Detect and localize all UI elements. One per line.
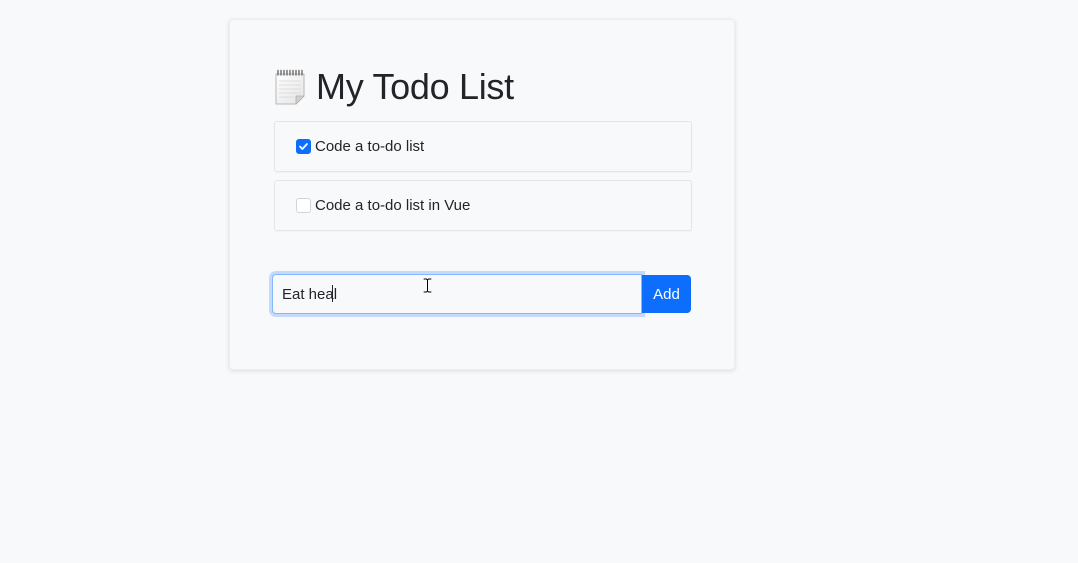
new-todo-form: Add: [272, 274, 692, 314]
new-todo-input[interactable]: [272, 274, 642, 314]
todo-label: Code a to-do list in Vue: [315, 197, 471, 214]
todo-item[interactable]: Code a to-do list: [274, 121, 692, 172]
todo-label: Code a to-do list: [315, 138, 425, 155]
add-button[interactable]: Add: [642, 275, 691, 313]
title-row: My Todo List: [274, 64, 514, 110]
text-caret: [332, 285, 333, 302]
notepad-icon: [274, 69, 306, 105]
checkmark-icon: [299, 143, 308, 150]
page-title: My Todo List: [316, 66, 514, 107]
todo-checkbox-checked[interactable]: [296, 139, 311, 154]
todo-item[interactable]: Code a to-do list in Vue: [274, 180, 692, 231]
todo-checkbox[interactable]: [296, 198, 311, 213]
ibeam-cursor-icon: [423, 278, 432, 293]
todo-list: Code a to-do list Code a to-do list in V…: [274, 121, 692, 239]
todo-card: My Todo List Code a to-do list Code a to…: [229, 19, 735, 370]
